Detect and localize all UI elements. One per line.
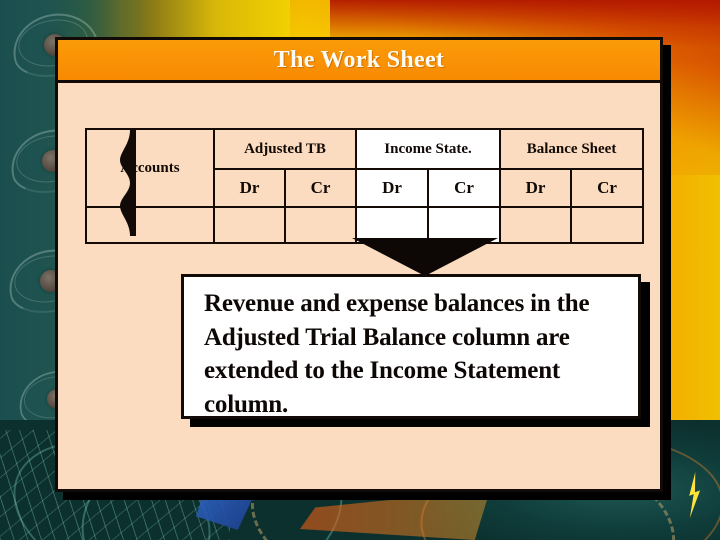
cell-balance-sheet-dr [499,206,573,244]
subheader-balance-sheet-cr: Cr [570,168,645,208]
column-group-income-statement: Income State. [354,128,502,170]
slide-canvas: The Work Sheet Accounts Adjusted TB Inco… [0,0,720,540]
cell-income-statement-dr [355,206,429,244]
column-group-adjusted-tb: Adjusted TB [213,128,357,170]
table-row [85,206,645,244]
decorative-bolt-icon [689,472,701,518]
subheader-income-statement-cr: Cr [426,168,502,208]
cell-adjusted-tb-dr [213,206,286,244]
cell-adjusted-tb-cr [284,206,357,244]
column-group-balance-sheet: Balance Sheet [499,128,645,170]
subheader-adjusted-tb-cr: Cr [284,168,357,208]
cell-balance-sheet-cr [570,206,645,244]
subheader-income-statement-dr: Dr [355,168,429,208]
callout-box: Revenue and expense balances in the Adju… [181,274,641,419]
worksheet-table: Accounts Adjusted TB Income State. Balan… [85,128,645,244]
table-row-group-headers: Accounts Adjusted TB Income State. Balan… [85,128,645,208]
subheader-adjusted-tb-dr: Dr [213,168,286,208]
worksheet-table-wrapper: Accounts Adjusted TB Income State. Balan… [85,128,645,244]
slide-title-bar: The Work Sheet [58,40,660,83]
column-header-accounts: Accounts [85,128,215,208]
cell-income-statement-cr [426,206,502,244]
page-title: The Work Sheet [273,46,445,73]
callout-text: Revenue and expense balances in the Adju… [204,290,590,418]
subheader-balance-sheet-dr: Dr [499,168,573,208]
cell-account-name [85,206,215,244]
